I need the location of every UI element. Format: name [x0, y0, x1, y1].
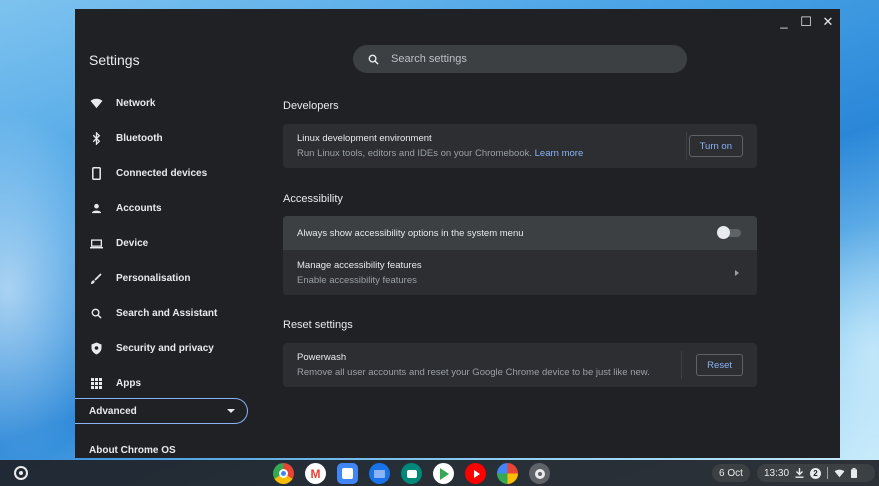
settings-window: _ ☐ ✕ Settings Search settings Network B…: [75, 9, 840, 458]
bluetooth-icon: [89, 132, 103, 146]
accessibility-section-title: Accessibility: [283, 193, 343, 205]
sidebar-item-apps[interactable]: Apps: [75, 366, 275, 401]
row-divider: [686, 132, 687, 160]
chevron-right-icon: [735, 269, 739, 276]
sidebar-item-label: Device: [116, 238, 149, 249]
date-text: 6 Oct: [719, 467, 743, 479]
reset-button[interactable]: Reset: [696, 354, 743, 376]
manage-title: Manage accessibility features: [297, 259, 422, 271]
download-icon: [795, 468, 804, 478]
chrome-app-icon[interactable]: [273, 463, 294, 484]
linux-sub-text: Run Linux tools, editors and IDEs on you…: [297, 148, 532, 159]
sidebar-item-label: Security and privacy: [116, 343, 214, 354]
sidebar-item-label: Apps: [116, 378, 141, 389]
reset-section-title: Reset settings: [283, 319, 353, 331]
sidebar-item-security-and-privacy[interactable]: Security and privacy: [75, 331, 275, 366]
launcher-button[interactable]: [14, 466, 28, 480]
wifi-icon: [89, 97, 103, 111]
powerwash-subtitle: Remove all user accounts and reset your …: [297, 367, 650, 378]
brush-icon: [89, 272, 103, 286]
laptop-icon: [89, 237, 103, 251]
accessibility-card: Always show accessibility options in the…: [283, 216, 757, 295]
sidebar-item-bluetooth[interactable]: Bluetooth: [75, 121, 275, 156]
shelf: M 6 Oct 13:30 2: [0, 460, 879, 486]
minimize-button[interactable]: _: [778, 15, 790, 29]
time-text: 13:30: [764, 467, 790, 479]
learn-more-link[interactable]: Learn more: [535, 148, 584, 159]
sidebar-advanced-toggle[interactable]: Advanced: [75, 398, 248, 424]
sidebar-item-connected-devices[interactable]: Connected devices: [75, 156, 275, 191]
sidebar-item-personalisation[interactable]: Personalisation: [75, 261, 275, 296]
sidebar-item-label: Bluetooth: [116, 133, 163, 144]
sidebar-item-accounts[interactable]: Accounts: [75, 191, 275, 226]
developers-card: Linux development environment Run Linux …: [283, 124, 757, 168]
caret-down-icon: [227, 409, 235, 413]
powerwash-title: Powerwash: [297, 352, 347, 363]
status-tray[interactable]: 13:30 2: [757, 464, 875, 482]
advanced-label: Advanced: [89, 405, 137, 417]
person-icon: [89, 202, 103, 216]
search-box[interactable]: Search settings: [353, 45, 687, 73]
manage-subtitle: Enable accessibility features: [297, 274, 417, 286]
shield-icon: [89, 342, 103, 356]
search-icon: [368, 54, 379, 65]
sidebar: Network Bluetooth Connected devices Acco…: [75, 86, 275, 401]
battery-icon: [851, 468, 858, 478]
settings-app-icon[interactable]: [529, 463, 550, 484]
sidebar-item-device[interactable]: Device: [75, 226, 275, 261]
notification-count-badge: 2: [810, 467, 822, 479]
sidebar-item-label: Network: [116, 98, 156, 109]
sidebar-item-label: Connected devices: [116, 168, 208, 179]
always-show-label: Always show accessibility options in the…: [297, 227, 524, 239]
sidebar-item-label: Accounts: [116, 203, 162, 214]
close-button[interactable]: ✕: [822, 15, 834, 29]
play-store-app-icon[interactable]: [433, 463, 454, 484]
row-divider: [681, 351, 682, 379]
sidebar-item-label: Personalisation: [116, 273, 191, 284]
meet-app-icon[interactable]: [401, 463, 422, 484]
date-pill[interactable]: 6 Oct: [712, 464, 750, 482]
sidebar-item-about[interactable]: About Chrome OS: [89, 445, 176, 456]
sidebar-item-label: Search and Assistant: [116, 308, 218, 319]
pinned-apps: M: [273, 463, 550, 484]
always-show-toggle[interactable]: [717, 226, 741, 239]
page-title: Settings: [89, 52, 140, 68]
manage-accessibility-row[interactable]: Manage accessibility features Enable acc…: [283, 250, 757, 295]
search-input[interactable]: Search settings: [391, 53, 467, 65]
files-app-icon[interactable]: [369, 463, 390, 484]
wifi-status-icon: [834, 469, 845, 477]
gmail-app-icon[interactable]: M: [305, 463, 326, 484]
search-icon: [89, 307, 103, 321]
developers-section-title: Developers: [283, 100, 339, 112]
turn-on-button[interactable]: Turn on: [688, 135, 743, 157]
window-controls: _ ☐ ✕: [778, 15, 834, 29]
maximize-button[interactable]: ☐: [800, 15, 812, 29]
powerwash-row: Powerwash Remove all user accounts and r…: [283, 343, 757, 387]
apps-grid-icon: [89, 377, 103, 391]
sidebar-item-network[interactable]: Network: [75, 86, 275, 121]
photos-app-icon[interactable]: [497, 463, 518, 484]
reset-card: Powerwash Remove all user accounts and r…: [283, 343, 757, 387]
phone-icon: [89, 167, 103, 181]
linux-row: Linux development environment Run Linux …: [283, 124, 757, 168]
always-show-row[interactable]: Always show accessibility options in the…: [283, 216, 757, 250]
calendar-app-icon[interactable]: [337, 463, 358, 484]
youtube-app-icon[interactable]: [465, 463, 486, 484]
tray-divider: [827, 467, 829, 479]
sidebar-item-search-and-assistant[interactable]: Search and Assistant: [75, 296, 275, 331]
